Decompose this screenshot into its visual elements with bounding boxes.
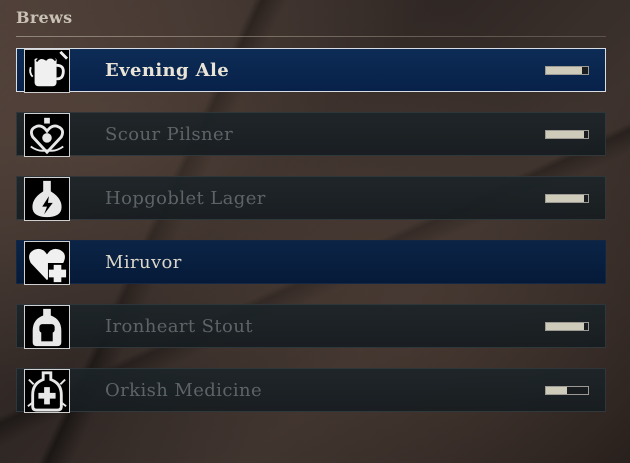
brew-row-miruvor[interactable]: Miruvor bbox=[16, 240, 606, 285]
quantity-fill bbox=[546, 131, 584, 138]
quantity-meter bbox=[545, 322, 589, 331]
quantity-meter bbox=[545, 130, 589, 139]
brew-label: Orkish Medicine bbox=[105, 380, 263, 401]
tankard-icon bbox=[24, 49, 70, 93]
brew-label: Ironheart Stout bbox=[105, 316, 253, 337]
quantity-meter bbox=[545, 66, 589, 75]
brew-label: Scour Pilsner bbox=[105, 124, 234, 145]
heart-plus-icon bbox=[24, 241, 70, 285]
quantity-fill bbox=[546, 67, 582, 74]
brew-row-scour-pilsner[interactable]: Scour Pilsner bbox=[16, 112, 606, 157]
quantity-fill bbox=[546, 387, 567, 394]
brew-row-ironheart-stout[interactable]: Ironheart Stout bbox=[16, 304, 606, 349]
quantity-fill bbox=[546, 323, 584, 330]
brew-label: Evening Ale bbox=[105, 60, 230, 81]
brew-label: Hopgoblet Lager bbox=[105, 188, 266, 209]
panel-title: Brews bbox=[16, 8, 73, 27]
brew-row-hopgoblet-lager[interactable]: Hopgoblet Lager bbox=[16, 176, 606, 221]
quantity-meter bbox=[545, 194, 589, 203]
brew-label: Miruvor bbox=[105, 252, 182, 273]
fist-bottle-icon bbox=[24, 305, 70, 349]
title-divider bbox=[16, 36, 606, 37]
medicine-bottle-icon bbox=[24, 369, 70, 413]
brew-row-evening-ale[interactable]: Evening Ale bbox=[16, 48, 606, 93]
heart-bottle-icon bbox=[24, 113, 70, 157]
brew-row-orkish-medicine[interactable]: Orkish Medicine bbox=[16, 368, 606, 413]
lightning-flask-icon bbox=[24, 177, 70, 221]
quantity-fill bbox=[546, 195, 584, 202]
quantity-meter bbox=[545, 386, 589, 395]
